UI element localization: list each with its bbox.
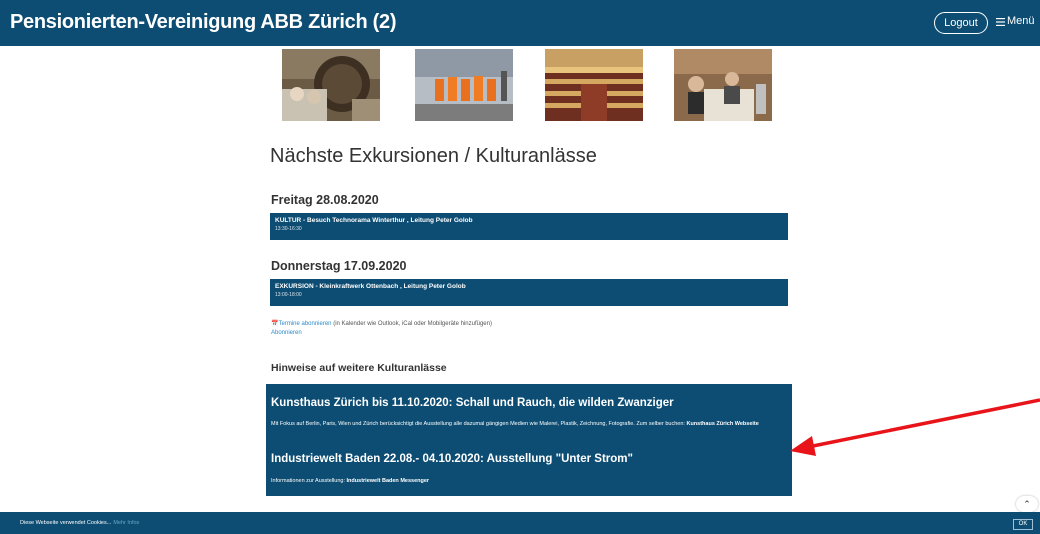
event-time: 13:00-18:00 (275, 292, 302, 298)
logout-button[interactable]: Logout (934, 12, 988, 34)
photo-group-orange-vests (415, 49, 513, 121)
photo-group-meeting (674, 49, 772, 121)
chevron-up-icon: ⌃ (1023, 499, 1031, 509)
cookie-bar: Diese Webseite verwendet Cookies... Mehr … (0, 512, 1040, 534)
site-title[interactable]: Pensionierten-Vereinigung ABB Zürich (2) (10, 11, 397, 34)
industriewelt-link[interactable]: Industriewelt Baden Messenger (347, 478, 430, 484)
event-date: Freitag 28.08.2020 (271, 193, 379, 207)
event-item[interactable]: EXKURSION - Kleinkraftwerk Ottenbach , L… (270, 279, 788, 306)
event-time: 13:30-16:30 (275, 226, 302, 232)
culture-info: Informationen zur Ausstellung: (271, 478, 345, 484)
culture-heading-industriewelt: Industriewelt Baden 22.08.- 04.10.2020: … (271, 453, 633, 465)
culture-text-kunsthaus: Mit Fokus auf Berlin, Paris, Wien und Zü… (271, 421, 781, 429)
scroll-up-button[interactable]: ⌃ (1016, 496, 1038, 512)
culture-desc: Mit Fokus auf Berlin, Paris, Wien und Zü… (271, 421, 685, 427)
abonnieren-link[interactable]: Abonnieren (271, 330, 302, 336)
subscribe-block: 📅Termine abonnieren (in Kalender wie Out… (271, 320, 492, 338)
cookie-ok-button[interactable]: OK (1013, 519, 1033, 530)
kunsthaus-link[interactable]: Kunsthaus Zürich Webseite (686, 421, 758, 427)
cookie-more-link[interactable]: Mehr Infos (113, 520, 139, 526)
event-item[interactable]: KULTUR - Besuch Technorama Winterthur , … (270, 213, 788, 240)
culture-text-industriewelt: Informationen zur Ausstellung: Industrie… (271, 478, 429, 484)
menu-label: Menü (1007, 15, 1035, 27)
event-title: EXKURSION - Kleinkraftwerk Ottenbach , L… (275, 283, 466, 290)
page-heading: Nächste Exkursionen / Kulturanlässe (270, 145, 597, 167)
cookie-notice: Diese Webseite verwendet Cookies... Mehr … (20, 520, 139, 526)
menu-button[interactable]: Menü (996, 15, 1035, 27)
top-bar: Pensionierten-Vereinigung ABB Zürich (2)… (0, 0, 1040, 46)
subscribe-note: (in Kalender wie Outlook, iCal oder Mobi… (333, 321, 492, 327)
photo-theater (545, 49, 643, 121)
subscribe-link[interactable]: Termine abonnieren (278, 321, 331, 327)
hinweise-heading: Hinweise auf weitere Kulturanlässe (271, 362, 447, 374)
cookie-text: Diese Webseite verwendet Cookies... (20, 520, 112, 526)
culture-info-box: Kunsthaus Zürich bis 11.10.2020: Schall … (266, 384, 792, 496)
hamburger-icon (996, 18, 1005, 26)
culture-heading-kunsthaus: Kunsthaus Zürich bis 11.10.2020: Schall … (271, 397, 674, 409)
photo-waterwheel (282, 49, 380, 121)
event-title: KULTUR - Besuch Technorama Winterthur , … (275, 217, 473, 224)
photo-strip (0, 49, 1040, 121)
event-date: Donnerstag 17.09.2020 (271, 259, 407, 273)
